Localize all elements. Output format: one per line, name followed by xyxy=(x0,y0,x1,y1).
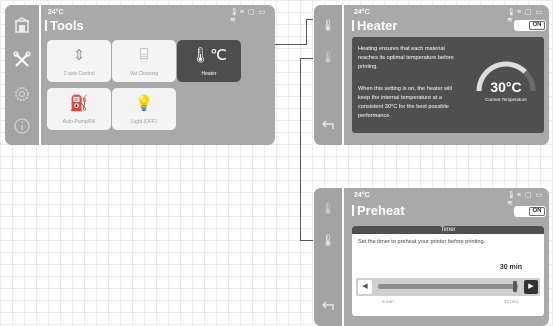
chevron-right-icon: ▶ xyxy=(528,283,534,290)
slider-fill xyxy=(378,284,518,289)
description-text: Heating ensures that each material reach… xyxy=(358,46,454,70)
light-bulb-icon: 💡 xyxy=(134,95,154,112)
tile-label: Auto-Pump/Fill xyxy=(62,119,96,125)
heater-screen: 🌡 🌡 24°C 🌡≡ ▢ ▭ ≋ Heater ON Heating ensu… xyxy=(314,5,549,145)
tile-label: Vat Cleaning xyxy=(129,71,159,77)
thermometer-icon[interactable]: 🌡 xyxy=(319,17,337,35)
timer-header: Timer xyxy=(352,226,544,234)
tile-label: Light (OFF) xyxy=(131,119,157,125)
tile-z-axis-control[interactable]: ⇕ Z-axis Control xyxy=(47,40,111,82)
home-icon[interactable] xyxy=(13,17,31,35)
status-icons: 🌡≡ ▢ ▭ ≋ xyxy=(507,192,544,207)
preheat-toggle[interactable]: ON xyxy=(514,206,546,217)
sidebar: 🌡 🌡 xyxy=(314,188,344,326)
sidebar: 🌡 🌡 xyxy=(314,5,344,145)
tile-vat-cleaning[interactable]: ⌸ Vat Cleaning xyxy=(112,40,176,82)
thermometer-icon[interactable]: 🌡 xyxy=(319,200,337,218)
temperature-readout: 24°C xyxy=(354,192,370,199)
preheat-icon[interactable]: 🌡 xyxy=(319,232,337,250)
preheat-screen: 🌡 🌡 24°C 🌡≡ ▢ ▭ ≋ Preheat ON Timer Set t… xyxy=(314,188,549,326)
slider-max-label: 30 min xyxy=(503,300,518,305)
gauge-value: 30°C xyxy=(490,79,522,95)
tile-light[interactable]: 💡 Light (OFF) xyxy=(112,88,176,130)
settings-icon[interactable] xyxy=(13,85,31,103)
temperature-readout: 24°C xyxy=(48,9,64,16)
tile-auto-pump-fill[interactable]: ⛽ Auto-Pump/Fill xyxy=(47,88,111,130)
connector-line xyxy=(300,58,301,240)
temperature-readout: 24°C xyxy=(354,9,370,16)
page-title: Preheat xyxy=(352,203,405,218)
toggle-label: ON xyxy=(529,207,545,216)
slider-thumb[interactable] xyxy=(513,281,517,292)
page-title: Heater xyxy=(352,18,397,33)
timer-value: 30 min xyxy=(499,264,522,271)
connector-line xyxy=(306,19,307,45)
increase-button[interactable]: ▶ xyxy=(524,280,538,294)
description-text: When this setting is on, the heater will… xyxy=(358,86,452,119)
info-icon[interactable] xyxy=(13,117,31,135)
decrease-button[interactable]: ◀ xyxy=(358,280,372,294)
chevron-left-icon: ◀ xyxy=(362,283,368,290)
connector-line xyxy=(300,240,313,241)
toggle-label: ON xyxy=(529,21,545,30)
back-icon[interactable] xyxy=(319,298,337,316)
pump-icon: ⛽ xyxy=(69,95,89,112)
heater-toggle[interactable]: ON xyxy=(514,20,546,31)
preheat-icon[interactable]: 🌡 xyxy=(319,49,337,67)
timer-panel: Timer Set the timer to preheat your prin… xyxy=(352,226,544,316)
tools-icon[interactable] xyxy=(13,51,31,69)
thermometer-icon: 🌡℃ xyxy=(191,47,227,64)
slider-track[interactable] xyxy=(378,281,518,292)
heater-info-panel: Heating ensures that each material reach… xyxy=(352,37,544,133)
connector-line xyxy=(300,58,313,59)
page-title: Tools xyxy=(45,18,84,33)
tile-heater[interactable]: 🌡℃ Heater xyxy=(177,40,241,82)
tile-label: Heater xyxy=(201,71,217,77)
timer-description: Set the timer to preheat your printer be… xyxy=(358,239,486,245)
sidebar xyxy=(5,5,41,145)
tools-screen: 24°C 🌡≡ ▢ ▭ ≋ Tools ⇕ Z-axis Control ⌸ V… xyxy=(5,5,275,145)
slider-min-label: 5 min xyxy=(382,300,394,305)
vat-cleaning-icon: ⌸ xyxy=(139,46,149,63)
status-icons: 🌡≡ ▢ ▭ ≋ xyxy=(230,9,267,24)
z-axis-icon: ⇕ xyxy=(72,47,86,64)
tile-label: Z-axis Control xyxy=(63,71,95,77)
timer-slider-area: ◀ ▶ xyxy=(356,278,540,296)
connector-line xyxy=(306,19,313,20)
back-icon[interactable] xyxy=(319,117,337,135)
gauge-label: Current Temperature xyxy=(485,97,527,102)
